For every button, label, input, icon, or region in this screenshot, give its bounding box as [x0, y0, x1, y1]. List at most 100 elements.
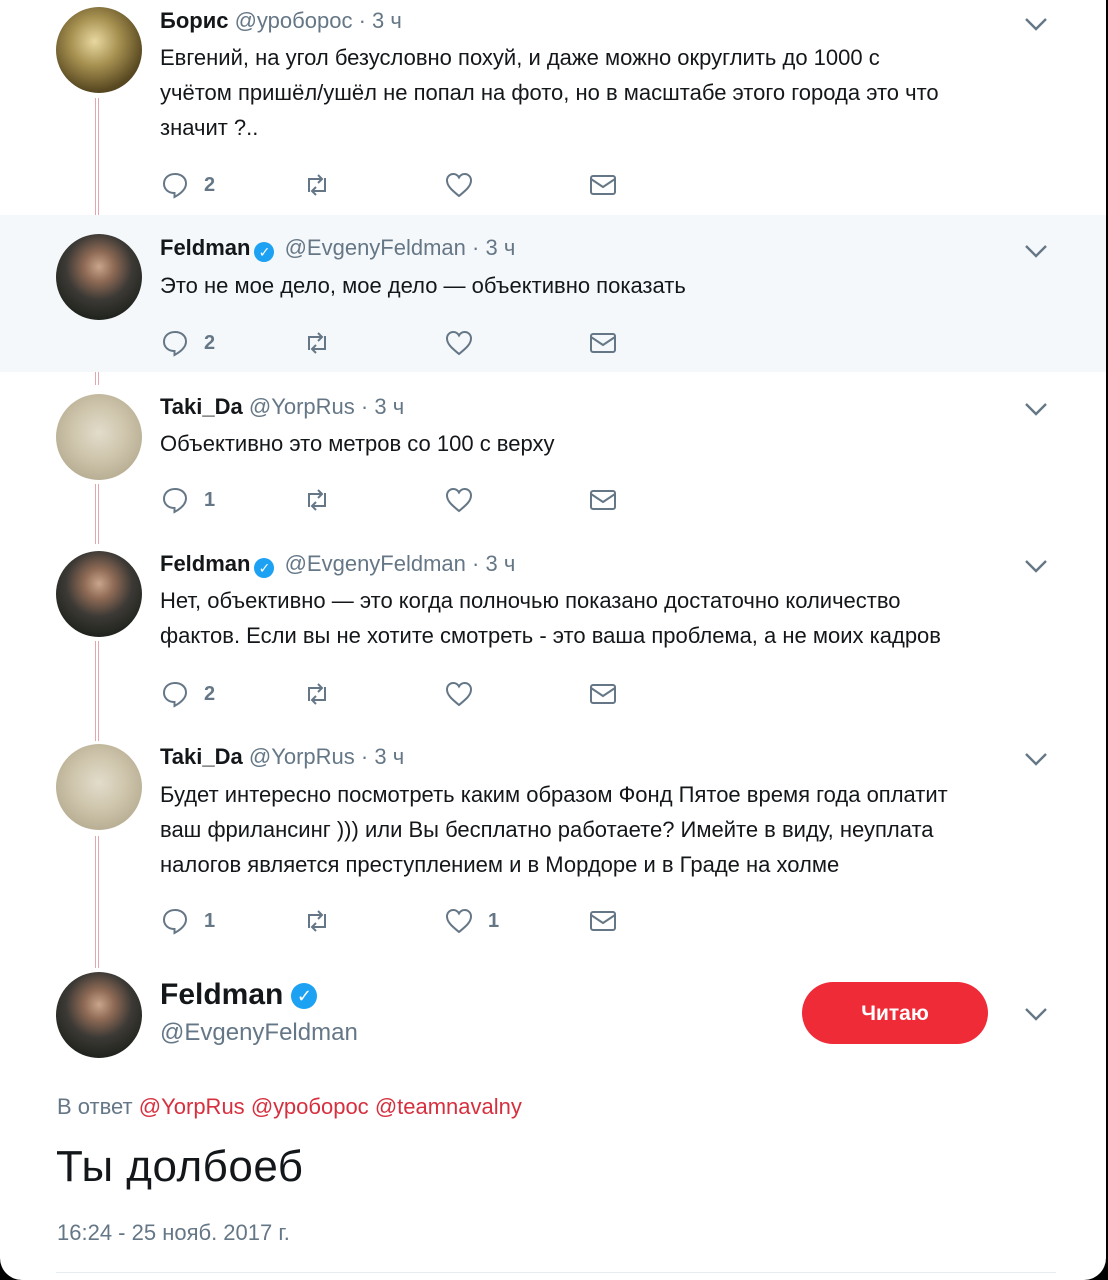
separator-dot: · — [472, 235, 480, 260]
chevron-down-icon[interactable] — [1022, 556, 1050, 576]
author-name[interactable]: Feldman — [160, 551, 250, 576]
tweet-text: Будет интересно посмотреть каким образом… — [160, 777, 1060, 882]
author-name[interactable]: Feldman — [160, 235, 250, 260]
retweet-icon — [308, 489, 326, 511]
tweet-text-line: Евгений, на угол безусловно похуй, и даж… — [160, 45, 880, 70]
author-handle[interactable]: @EvgenyFeldman — [285, 551, 466, 576]
reply-button[interactable]: 2 — [160, 168, 215, 202]
tweet[interactable]: Taki_Da @YorpRus · 3 ч Объективно это ме… — [0, 372, 1106, 532]
chevron-down-icon[interactable] — [1022, 749, 1050, 769]
tweet-actions: 2 — [160, 168, 640, 202]
message-button[interactable] — [588, 677, 618, 711]
reply-count: 1 — [204, 488, 216, 511]
like-button[interactable] — [444, 483, 474, 517]
tweet-text-line: Нет, объективно — это когда полночью пок… — [160, 588, 901, 613]
envelope-icon — [590, 333, 616, 353]
chevron-down-icon[interactable] — [1022, 14, 1050, 34]
taki-avatar[interactable] — [56, 744, 142, 830]
reply-button[interactable]: 1 — [160, 904, 215, 938]
author-name[interactable]: Борис — [160, 8, 228, 33]
retweet-button[interactable] — [302, 483, 332, 517]
tweet-header: Борис @уроборос · 3 ч — [160, 6, 402, 36]
reply-count: 2 — [204, 173, 216, 196]
tweet-text-line: Это не мое дело, мое дело — объективно п… — [160, 273, 686, 298]
separator-dot: · — [358, 8, 366, 33]
like-button[interactable] — [444, 326, 474, 360]
tweet-text-line: Объективно это метров со 100 с верху — [160, 431, 555, 456]
tweet-header: Taki_Da @YorpRus · 3 ч — [160, 742, 404, 772]
retweet-icon — [308, 910, 326, 932]
main-author-handle[interactable]: @EvgenyFeldman — [160, 1019, 358, 1047]
message-button[interactable] — [588, 168, 618, 202]
reply-icon — [162, 330, 188, 357]
tweet[interactable]: Feldman ✓ @EvgenyFeldman · 3 ч Это не мое… — [0, 215, 1106, 372]
tweet-timestamp[interactable]: 16:24 - 25 нояб. 2017 г. — [57, 1220, 290, 1246]
retweet-button[interactable] — [302, 677, 332, 711]
boris-avatar[interactable] — [56, 7, 142, 93]
like-button[interactable] — [444, 168, 474, 202]
conversation-card: Борис @уроборос · 3 ч Евгений, на угол б… — [0, 0, 1106, 1280]
reply-icon — [162, 487, 188, 514]
separator-dot: · — [472, 551, 480, 576]
author-handle[interactable]: @YorpRus — [249, 744, 355, 769]
reply-icon — [162, 681, 188, 708]
author-name[interactable]: Taki_Da — [160, 394, 243, 419]
reply-button[interactable]: 1 — [160, 483, 215, 517]
heart-icon — [445, 330, 473, 356]
tweet[interactable]: Feldman ✓ @EvgenyFeldman · 3 ч Нет, объек… — [0, 532, 1106, 732]
envelope-icon — [590, 911, 616, 931]
tweet-header: Feldman ✓ @EvgenyFeldman · 3 ч — [160, 549, 515, 579]
tweet-text-line: налогов является преступлением и в Мордо… — [160, 852, 840, 877]
main-tweet-text: Ты долбоеб — [56, 1142, 304, 1191]
author-name[interactable]: Taki_Da — [160, 744, 243, 769]
taki-avatar[interactable] — [56, 394, 142, 480]
main-author-name[interactable]: Feldman ✓ — [160, 978, 318, 1012]
message-button[interactable] — [588, 326, 618, 360]
tweet-text-line: учётом пришёл/ушёл не попал на фото, но … — [160, 80, 939, 105]
retweet-button[interactable] — [302, 326, 332, 360]
chevron-down-icon[interactable] — [1022, 1004, 1050, 1024]
follow-button[interactable]: Читаю — [802, 982, 988, 1044]
author-handle[interactable]: @EvgenyFeldman — [285, 235, 466, 260]
reply-icon — [162, 172, 188, 199]
mention-link[interactable]: @teamnavalny — [375, 1094, 522, 1119]
reply-prefix: В ответ — [57, 1094, 133, 1119]
reply-button[interactable]: 2 — [160, 326, 215, 360]
tweet-time[interactable]: 3 ч — [374, 394, 404, 419]
separator-dot: · — [360, 744, 369, 769]
chevron-down-icon[interactable] — [1022, 241, 1050, 261]
author-handle[interactable]: @уроборос — [235, 8, 353, 33]
heart-icon — [445, 681, 473, 707]
tweet-time[interactable]: 3 ч — [372, 8, 402, 33]
tweet-text: Это не мое дело, мое дело — объективно п… — [160, 268, 1060, 303]
feldman-avatar[interactable] — [56, 234, 142, 320]
reply-count: 2 — [204, 682, 216, 705]
tweet[interactable]: Taki_Da @YorpRus · 3 ч Будет интересно п… — [0, 732, 1106, 960]
message-button[interactable] — [588, 483, 618, 517]
tweet-text: Евгений, на угол безусловно похуй, и даж… — [160, 40, 1060, 145]
reply-button[interactable]: 2 — [160, 677, 215, 711]
tweet-actions: 2 — [160, 677, 640, 711]
tweet[interactable]: Борис @уроборос · 3 ч Евгений, на угол б… — [0, 0, 1106, 215]
message-button[interactable] — [588, 904, 618, 938]
retweet-button[interactable] — [302, 168, 332, 202]
feldman-avatar[interactable] — [56, 972, 142, 1058]
tweet-time[interactable]: 3 ч — [485, 235, 515, 260]
like-button[interactable]: 1 — [444, 904, 499, 938]
retweet-button[interactable] — [302, 904, 332, 938]
envelope-icon — [590, 490, 616, 510]
verified-badge-icon: ✓ — [254, 558, 275, 578]
tweet-time[interactable]: 3 ч — [374, 744, 404, 769]
main-author-name-text: Feldman — [160, 978, 284, 1011]
tweet-actions: 1 — [160, 483, 640, 517]
tweet-time[interactable]: 3 ч — [485, 551, 515, 576]
tweet-text-line: значит ?.. — [160, 115, 259, 140]
like-button[interactable] — [444, 677, 474, 711]
reply-icon — [162, 908, 188, 935]
feldman-avatar[interactable] — [56, 551, 142, 637]
chevron-down-icon[interactable] — [1022, 399, 1050, 419]
author-handle[interactable]: @YorpRus — [249, 394, 355, 419]
mention-link[interactable]: @уроборос — [251, 1094, 369, 1119]
tweet-text-line: ваш фрилансинг ))) или Вы бесплатно рабо… — [160, 817, 934, 842]
mention-link[interactable]: @YorpRus — [139, 1094, 245, 1119]
